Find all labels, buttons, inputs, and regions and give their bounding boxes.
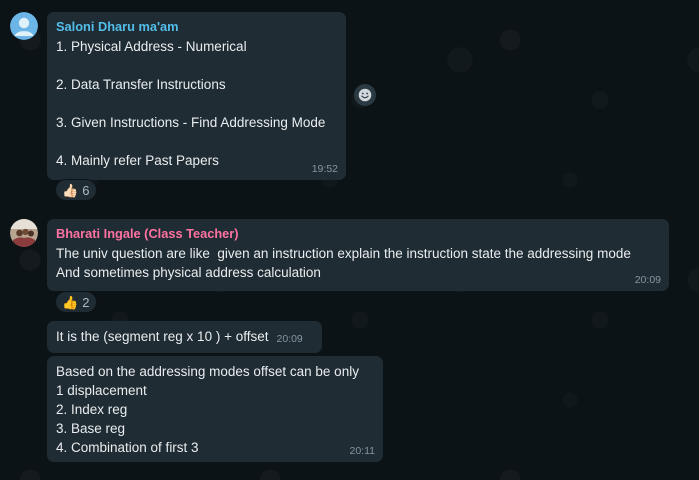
profile-photo-avatar: [10, 219, 38, 247]
message-bubble[interactable]: Based on the addressing modes offset can…: [47, 356, 383, 462]
message-line: 1. Physical Address - Numerical: [56, 39, 247, 54]
reaction-count: 6: [82, 183, 90, 198]
avatar[interactable]: [10, 12, 38, 40]
emoji-react-button[interactable]: [354, 84, 376, 106]
message-bubble[interactable]: Bharati Ingale (Class Teacher) The univ …: [47, 219, 669, 291]
message-line: 3. Given Instructions - Find Addressing …: [56, 115, 326, 130]
message-timestamp: 20:11: [349, 445, 376, 457]
reaction-badge[interactable]: 👍🏻 6: [55, 179, 98, 201]
message-line: Based on the addressing modes offset can…: [56, 364, 359, 379]
default-avatar-icon: [10, 12, 38, 40]
thumbs-up-icon: 👍🏻: [62, 183, 79, 198]
thumbs-up-icon: 👍: [62, 295, 79, 310]
message-line: And sometimes physical address calculati…: [56, 265, 321, 280]
reaction-count: 2: [82, 295, 90, 310]
message-line: 4. Mainly refer Past Papers: [56, 153, 219, 168]
smiley-icon: [358, 88, 372, 102]
message-line: 4. Combination of first 3: [56, 440, 199, 455]
message-line: 2. Index reg: [56, 402, 128, 417]
message-bubble[interactable]: It is the (segment reg x 10 ) + offset 20…: [47, 321, 322, 353]
message-line: [56, 132, 338, 151]
reaction-badge[interactable]: 👍 2: [55, 291, 98, 313]
message-line: [56, 94, 338, 113]
avatar[interactable]: [10, 219, 38, 247]
message-timestamp: 19:52: [311, 163, 338, 175]
message-timestamp: 20:09: [634, 274, 661, 286]
message-line: 3. Base reg: [56, 421, 126, 436]
message-line: 1 displacement: [56, 383, 147, 398]
message-line: The univ question are like given an inst…: [56, 246, 631, 261]
message-line: [56, 56, 338, 75]
sender-name[interactable]: Saloni Dharu ma'am: [56, 18, 338, 36]
message-line: 2. Data Transfer Instructions: [56, 77, 226, 92]
message-bubble[interactable]: Saloni Dharu ma'am 1. Physical Address -…: [47, 12, 346, 180]
sender-name[interactable]: Bharati Ingale (Class Teacher): [56, 225, 661, 243]
message-timestamp: 20:09: [276, 333, 303, 345]
message-line: It is the (segment reg x 10 ) + offset: [56, 329, 269, 344]
